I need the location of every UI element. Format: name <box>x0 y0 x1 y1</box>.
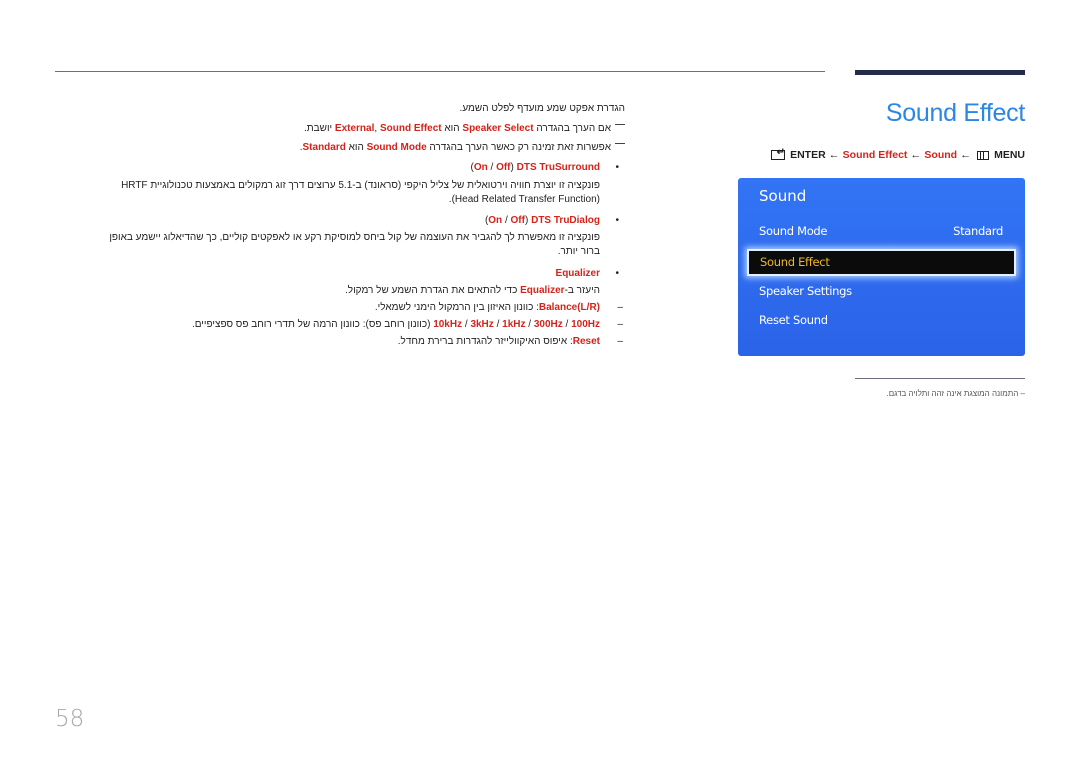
image-note: – התמונה המוצגת אינה זהה ותלויה בדגם. <box>886 389 1025 398</box>
menu-item-speaker-settings[interactable]: Speaker Settings <box>759 284 1003 298</box>
dash-icon: – <box>617 319 623 330</box>
trudialog-desc: פונקציה זו מאפשרת לך להגביר את העוצמה של… <box>109 232 600 243</box>
trudialog-desc-2: ברור יותר. <box>557 246 600 257</box>
header-accent-bar <box>855 70 1025 75</box>
menu-item-label: Sound Effect <box>760 255 830 269</box>
note-rule <box>855 378 1025 379</box>
menu-item-reset-sound[interactable]: Reset Sound <box>759 313 1003 327</box>
dash-icon: – <box>617 336 623 347</box>
breadcrumb-sound: Sound <box>924 149 958 161</box>
option-trusurround: • DTS TruSurround (On / Off) <box>470 162 620 173</box>
arrow-left-icon: ← <box>910 149 922 161</box>
breadcrumb-enter: ENTER <box>790 149 826 161</box>
arrow-left-icon: ← <box>960 149 972 161</box>
intro-text: הגדרת אפקט שמע מועדף לפלט השמע. <box>459 103 625 114</box>
menu-item-sound-mode[interactable]: Sound Mode Standard <box>759 224 1003 238</box>
option-trudialog: • DTS TruDialog (On / Off) <box>484 215 619 226</box>
page-number: 58 <box>55 706 85 732</box>
bullet-icon: • <box>615 162 619 173</box>
menu-item-label: Reset Sound <box>759 313 828 327</box>
note-dash-icon <box>615 143 625 144</box>
menu-item-label: Sound Mode <box>759 224 828 238</box>
breadcrumb: ENTER ← Sound Effect ← Sound ← MENU <box>771 147 1025 161</box>
equalizer-balance: – Balance(L/R): כוונון האיזון בין הרמקול… <box>374 302 623 313</box>
breadcrumb-menu: MENU <box>994 149 1025 161</box>
trusurround-desc: פונקציה זו יוצרת חוויה וירטואלית של צליל… <box>121 180 600 191</box>
dash-icon: – <box>617 302 623 313</box>
enter-icon <box>771 147 786 160</box>
equalizer-desc: היעזר ב-Equalizer כדי להתאים את הגדרת הש… <box>345 285 600 296</box>
note-speaker-select: אם הערך בהגדרה Speaker Select הוא Extern… <box>304 122 625 135</box>
bullet-icon: • <box>615 268 619 279</box>
header-rule <box>55 71 825 72</box>
equalizer-bands: – 10kHz / 3kHz / 1kHz / 300Hz / 100Hz (כ… <box>191 319 623 330</box>
sound-menu-panel: Sound Sound Mode Standard Sound Effect S… <box>738 178 1025 356</box>
note-dash-icon <box>615 124 625 125</box>
trusurround-desc-2: (Head Related Transfer Function). <box>448 194 600 205</box>
menu-item-label: Speaker Settings <box>759 284 852 298</box>
bullet-icon: • <box>615 215 619 226</box>
page-title: Sound Effect <box>885 99 1025 127</box>
breadcrumb-sound-effect: Sound Effect <box>842 149 908 161</box>
note-sound-mode: אפשרות זאת זמינה רק כאשר הערך בהגדרה Sou… <box>300 141 625 154</box>
menu-icon <box>977 150 990 160</box>
option-equalizer: • Equalizer <box>555 268 619 279</box>
menu-item-value: Standard <box>953 224 1003 238</box>
menu-item-sound-effect[interactable]: Sound Effect <box>747 249 1016 276</box>
sound-menu-title: Sound <box>759 187 807 205</box>
arrow-left-icon: ← <box>828 149 840 161</box>
equalizer-reset: – Reset: איפוס האיקוולייזר להגדרות ברירת… <box>397 336 623 347</box>
